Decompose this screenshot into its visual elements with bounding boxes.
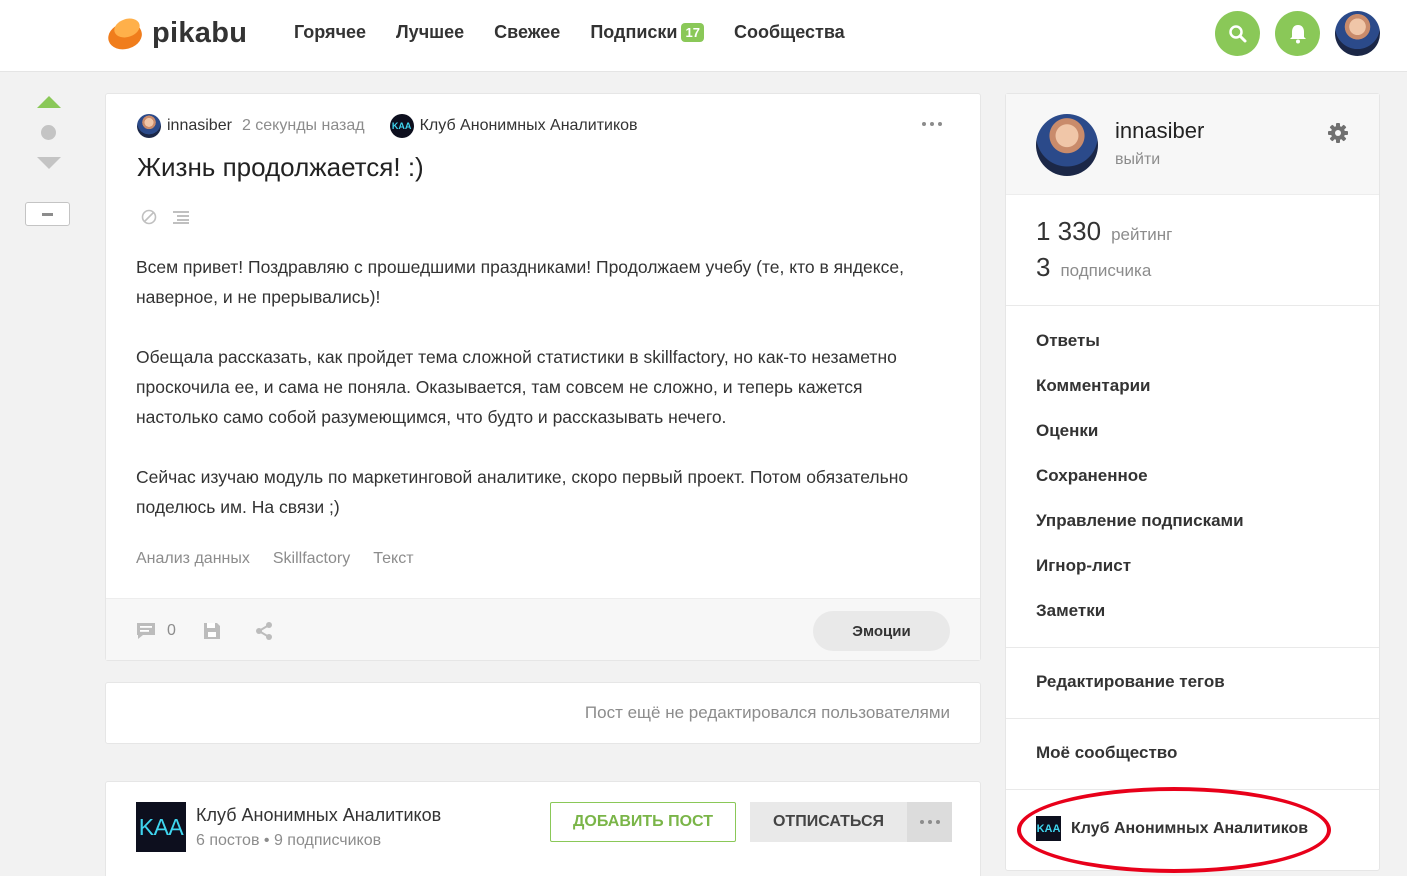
- sidebar-community-item[interactable]: KAA Клуб Анонимных Аналитиков: [1036, 816, 1308, 841]
- rating-dot-icon: [41, 125, 56, 140]
- tag-link[interactable]: Анализ данных: [136, 550, 250, 568]
- nav-communities[interactable]: Сообщества: [734, 22, 845, 43]
- user-sidebar: innasiber выйти 1 330 рейтинг 3 подписчика…: [1005, 93, 1380, 871]
- logout-link[interactable]: выйти: [1115, 151, 1160, 169]
- post-more-button[interactable]: [922, 122, 942, 126]
- tag-link[interactable]: Текст: [373, 550, 413, 568]
- menu-ratings[interactable]: Оценки: [1036, 416, 1244, 461]
- post-meta-icons: [141, 209, 189, 225]
- my-community-link[interactable]: Моё сообщество: [1036, 743, 1177, 763]
- post-header: innasiber 2 секунды назад KAA Клуб Анони…: [137, 114, 638, 138]
- rating-value: 1 330: [1036, 216, 1102, 246]
- post-actions: 0: [135, 621, 274, 641]
- no-ads-icon[interactable]: [141, 209, 157, 225]
- logo-text: pikabu: [152, 16, 248, 49]
- menu-answers[interactable]: Ответы: [1036, 326, 1244, 371]
- divider: [1006, 305, 1379, 306]
- post-community[interactable]: Клуб Анонимных Аналитиков: [420, 117, 638, 135]
- downvote-arrow-icon[interactable]: [37, 157, 61, 169]
- user-avatar-button[interactable]: [1335, 11, 1380, 56]
- subscribers-value: 3: [1036, 252, 1051, 282]
- nav-hot[interactable]: Горячее: [294, 22, 366, 43]
- upvote-arrow-icon[interactable]: [37, 96, 61, 108]
- add-post-button[interactable]: ДОБАВИТЬ ПОСТ: [550, 802, 736, 842]
- community-more-button[interactable]: [907, 802, 952, 842]
- post-paragraph: Всем привет! Поздравляю с прошедшими пра…: [136, 257, 904, 307]
- rating-label: рейтинг: [1111, 225, 1173, 244]
- minus-icon: [42, 212, 53, 216]
- collapse-post-button[interactable]: [25, 202, 70, 226]
- community-logo[interactable]: KAA: [389, 114, 414, 138]
- post-footer: 0 Эмоции: [106, 598, 980, 660]
- author-avatar[interactable]: [137, 114, 161, 138]
- divider: [1006, 647, 1379, 648]
- community-card: KAA Клуб Анонимных Аналитиков 6 постов •…: [105, 781, 981, 876]
- subscriptions-count-badge: 17: [681, 23, 704, 42]
- share-icon[interactable]: [254, 621, 274, 641]
- post-body: Всем привет! Поздравляю с прошедшими пра…: [136, 252, 946, 552]
- sidebar-profile: innasiber выйти: [1006, 94, 1379, 195]
- community-card-stats: 6 постов • 9 подписчиков: [196, 832, 382, 849]
- community-card-name[interactable]: Клуб Анонимных Аналитиков: [196, 805, 441, 826]
- menu-notes[interactable]: Заметки: [1036, 596, 1244, 641]
- menu-ignore-list[interactable]: Игнор-лист: [1036, 551, 1244, 596]
- post-tags: Анализ данных Skillfactory Текст: [136, 550, 414, 568]
- edit-tags-link[interactable]: Редактирование тегов: [1036, 672, 1225, 692]
- nav-subscriptions[interactable]: Подписки 17: [590, 22, 704, 43]
- post-time: 2 секунды назад: [241, 117, 365, 134]
- divider: [1006, 789, 1379, 790]
- post-paragraph: Сейчас изучаю модуль по маркетинговой ан…: [136, 467, 909, 517]
- sidebar-stats: 1 330 рейтинг 3 подписчика: [1036, 216, 1172, 288]
- unsubscribe-button[interactable]: ОТПИСАТЬСЯ: [750, 802, 907, 842]
- nav-subscriptions-label: Подписки: [590, 22, 678, 42]
- save-icon[interactable]: [202, 621, 222, 641]
- comments-count[interactable]: 0: [167, 622, 176, 640]
- divider: [1006, 718, 1379, 719]
- bell-icon: [1289, 24, 1306, 43]
- gear-icon[interactable]: [1327, 122, 1349, 144]
- sidebar-community-name: Клуб Анонимных Аналитиков: [1071, 819, 1309, 837]
- community-card-logo[interactable]: KAA: [136, 802, 186, 852]
- sidebar-community-logo: KAA: [1036, 816, 1061, 841]
- sidebar-menu: Ответы Комментарии Оценки Сохраненное Уп…: [1036, 326, 1244, 641]
- pikabu-logo[interactable]: pikabu: [104, 14, 248, 54]
- main-nav: Горячее Лучшее Свежее Подписки 17 Сообщес…: [294, 22, 845, 43]
- comments-icon[interactable]: [135, 621, 157, 641]
- emotions-button[interactable]: Эмоции: [813, 611, 950, 651]
- post-edits-card: Пост ещё не редактировался пользователям…: [105, 682, 981, 744]
- top-header: pikabu Горячее Лучшее Свежее Подписки 17 …: [0, 0, 1407, 72]
- edits-status-text: Пост ещё не редактировался пользователям…: [584, 703, 950, 722]
- nav-fresh[interactable]: Свежее: [494, 22, 560, 43]
- post-card: innasiber 2 секунды назад KAA Клуб Анони…: [105, 93, 981, 661]
- tag-link[interactable]: Skillfactory: [273, 550, 350, 568]
- post-title[interactable]: Жизнь продолжается! :): [137, 152, 424, 183]
- notifications-button[interactable]: [1275, 11, 1320, 56]
- sidebar-username[interactable]: innasiber: [1115, 118, 1204, 144]
- post-paragraph: Обещала рассказать, как пройдет тема сло…: [136, 347, 897, 427]
- menu-manage-subscriptions[interactable]: Управление подписками: [1036, 506, 1244, 551]
- logo-icon: [104, 15, 146, 54]
- sidebar-avatar[interactable]: [1036, 114, 1098, 176]
- menu-comments[interactable]: Комментарии: [1036, 371, 1244, 416]
- search-icon: [1228, 24, 1246, 42]
- search-button[interactable]: [1215, 11, 1260, 56]
- subscribers-label[interactable]: подписчика: [1060, 261, 1151, 281]
- text-list-icon[interactable]: [173, 210, 189, 224]
- menu-saved[interactable]: Сохраненное: [1036, 461, 1244, 506]
- nav-best[interactable]: Лучшее: [396, 22, 464, 43]
- post-author[interactable]: innasiber: [167, 117, 232, 135]
